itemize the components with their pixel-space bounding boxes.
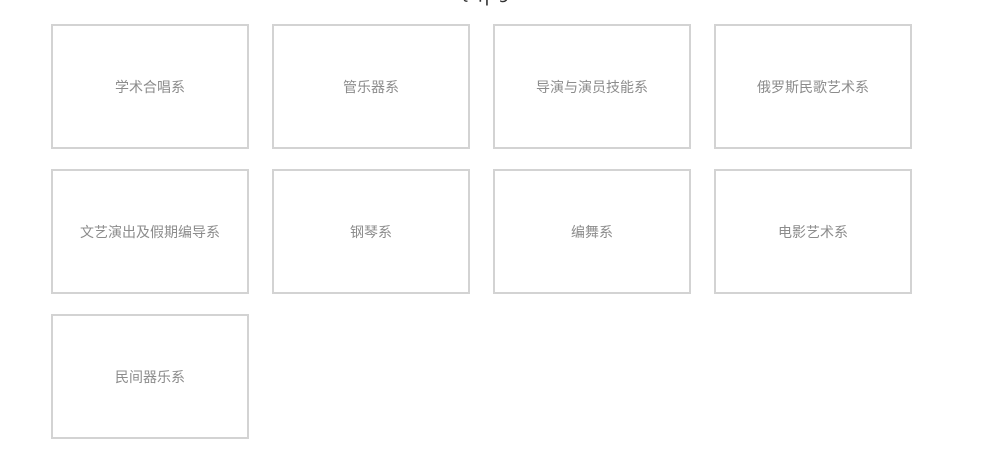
department-card-label: 文艺演出及假期编导系 [80, 224, 220, 241]
department-card-film-art[interactable]: 电影艺术系 [714, 169, 912, 294]
department-card-choreography[interactable]: 编舞系 [493, 169, 691, 294]
department-card-label: 编舞系 [571, 224, 613, 241]
department-card-label: 俄罗斯民歌艺术系 [757, 79, 869, 96]
department-card-folk-instruments[interactable]: 民间器乐系 [51, 314, 249, 439]
department-card-wind-instruments[interactable]: 管乐器系 [272, 24, 470, 149]
department-card-academic-choral[interactable]: 学术合唱系 [51, 24, 249, 149]
department-card-label: 电影艺术系 [778, 224, 848, 241]
department-card-label: 管乐器系 [343, 79, 399, 96]
section-heading-fragment: ι η ↄ [462, 0, 511, 6]
department-card-directing-acting[interactable]: 导演与演员技能系 [493, 24, 691, 149]
department-grid: 学术合唱系 管乐器系 导演与演员技能系 俄罗斯民歌艺术系 文艺演出及假期编导系 … [51, 24, 912, 439]
department-card-label: 民间器乐系 [115, 369, 185, 386]
department-card-label: 钢琴系 [350, 224, 392, 241]
department-card-piano[interactable]: 钢琴系 [272, 169, 470, 294]
department-card-label: 导演与演员技能系 [536, 79, 648, 96]
department-card-label: 学术合唱系 [115, 79, 185, 96]
department-card-performance-directing[interactable]: 文艺演出及假期编导系 [51, 169, 249, 294]
department-card-russian-folk-song[interactable]: 俄罗斯民歌艺术系 [714, 24, 912, 149]
